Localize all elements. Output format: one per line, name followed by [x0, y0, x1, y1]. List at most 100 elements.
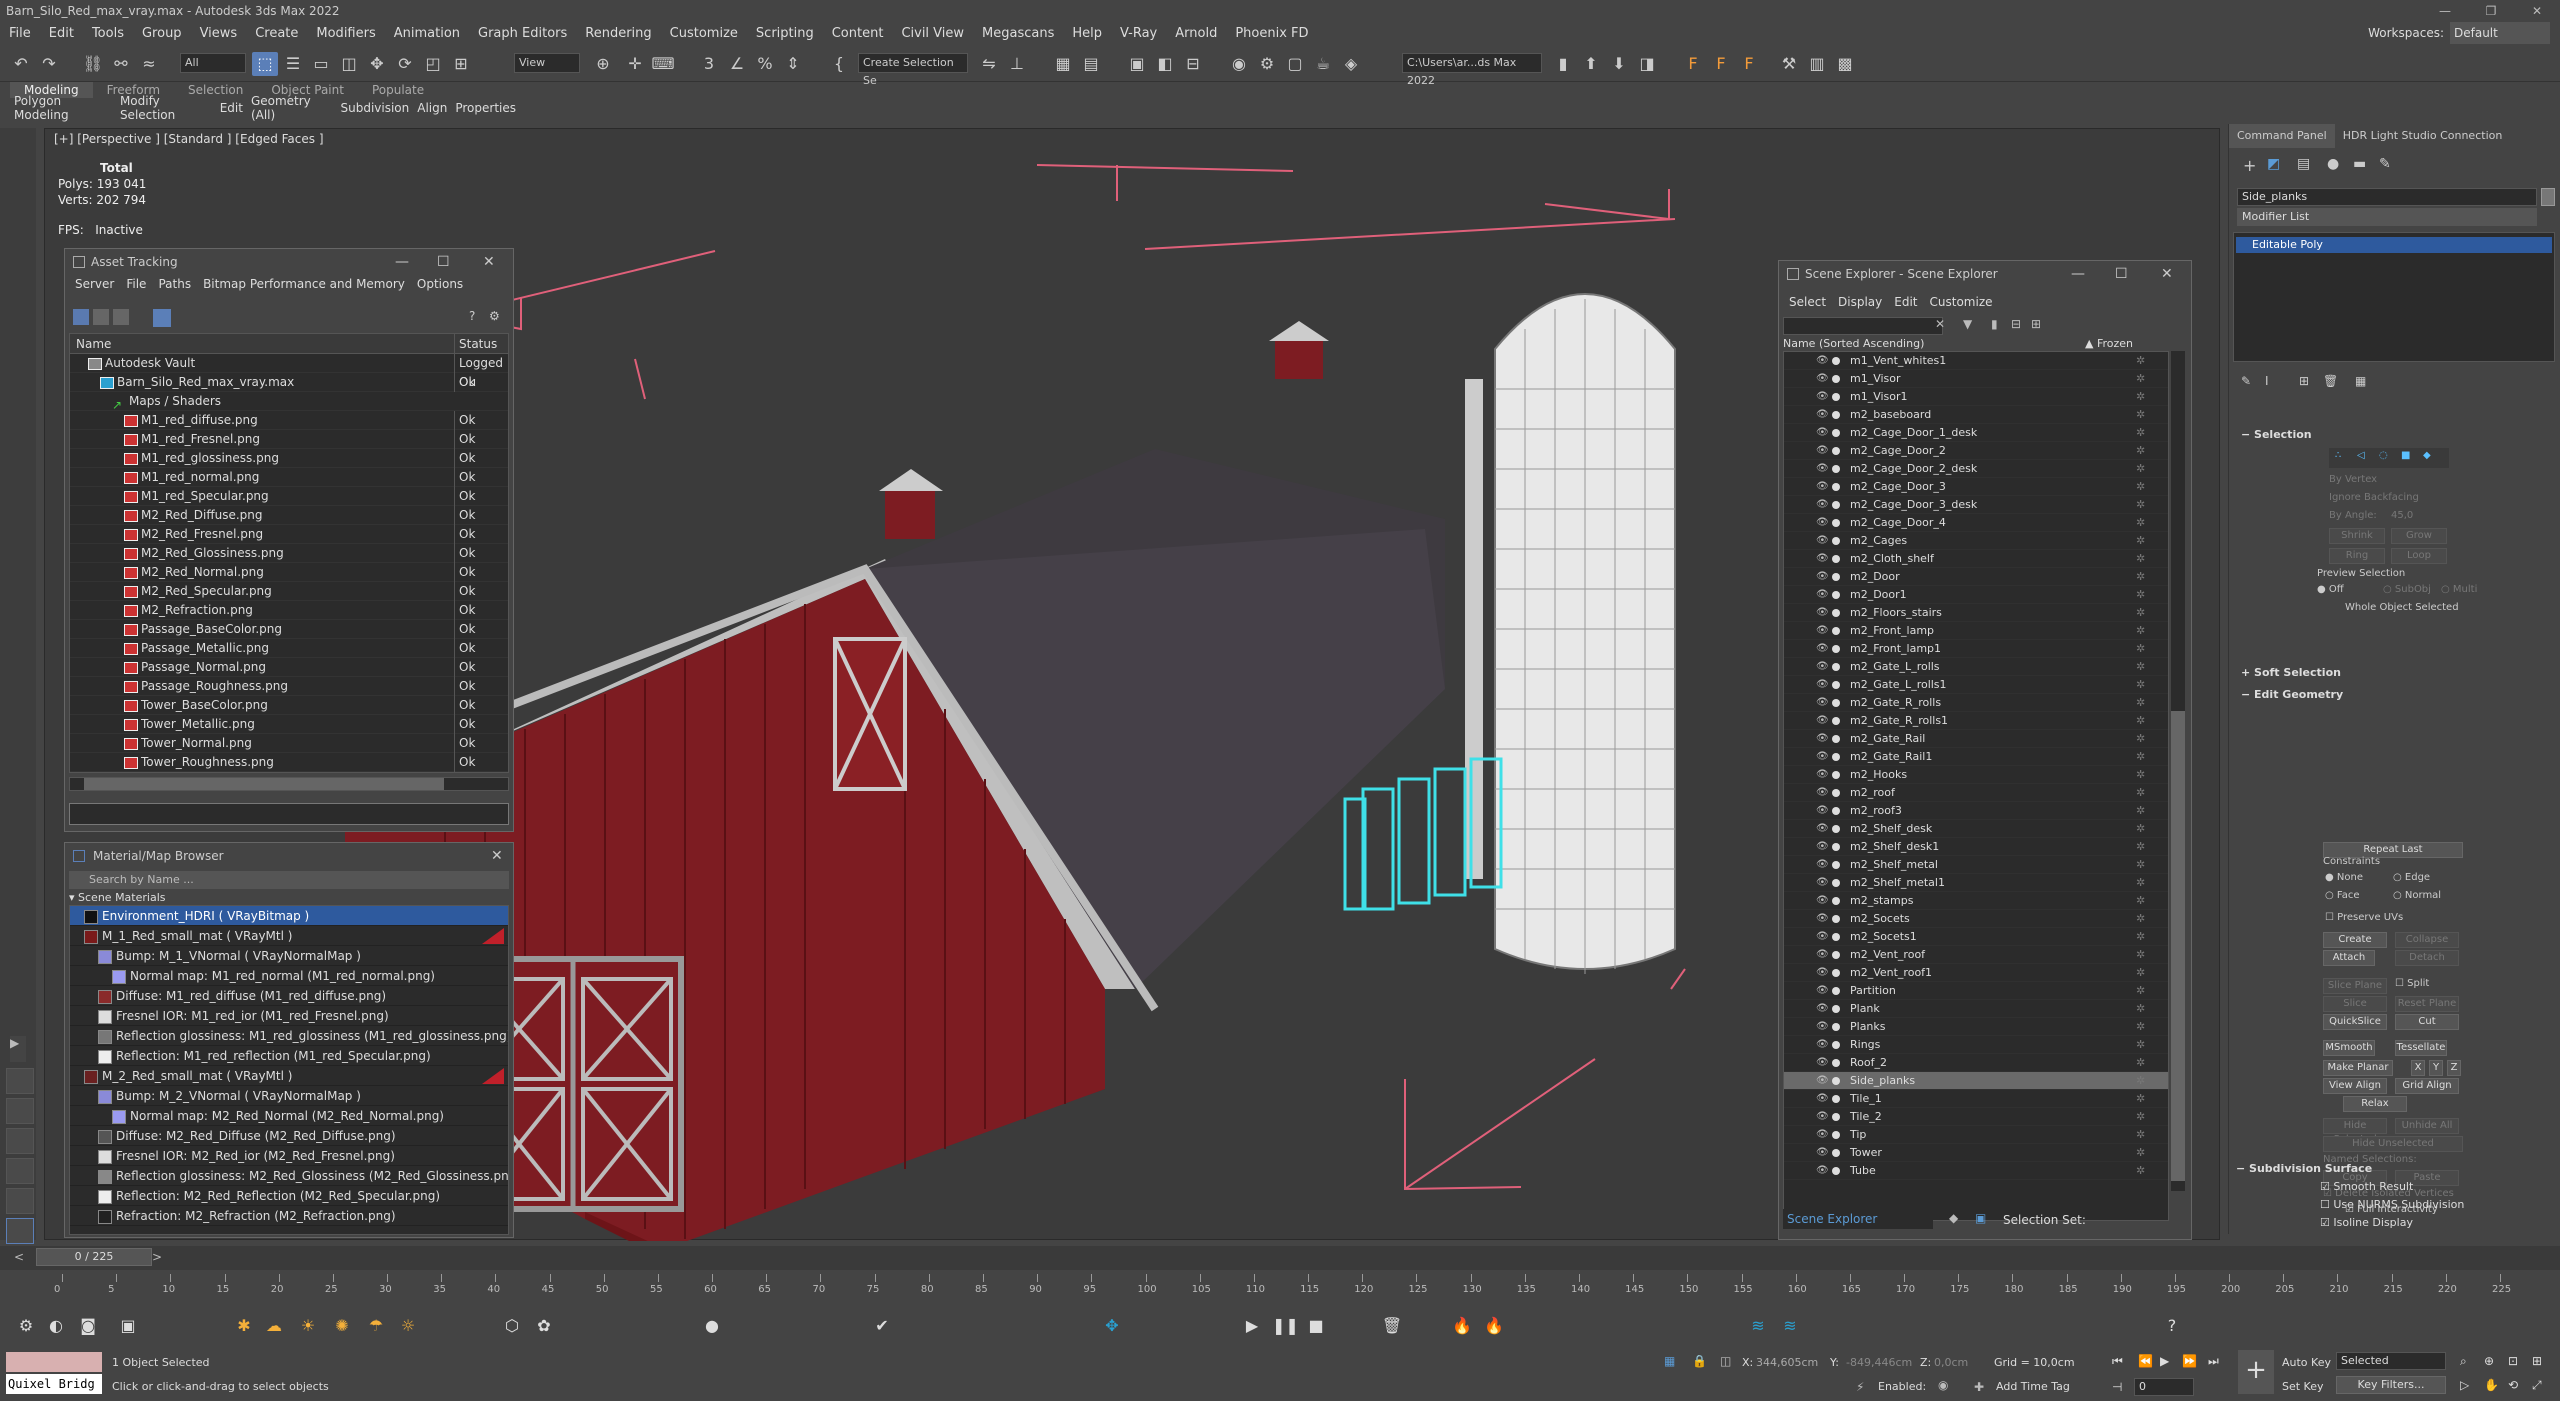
render-toggle-icon[interactable] — [1832, 393, 1840, 401]
freeze-icon[interactable]: ✲ — [2136, 1090, 2145, 1108]
mirror-icon[interactable]: ⇋ — [976, 52, 1002, 76]
scene-object-row[interactable]: 👁 m2_Gate_Rail1 ✲ — [1784, 748, 2168, 766]
visibility-eye-icon[interactable]: 👁 — [1816, 406, 1829, 424]
bind-spacewarp-icon[interactable]: ≈ — [136, 52, 162, 76]
ribbon-panel-modify-selection[interactable]: Modify Selection — [116, 94, 216, 122]
slice-plane-button[interactable]: Slice Plane — [2323, 978, 2387, 994]
visibility-eye-icon[interactable]: 👁 — [1816, 676, 1829, 694]
scene-object-row[interactable]: 👁 m1_Vent_whites1 ✲ — [1784, 352, 2168, 370]
camera-icon[interactable]: ◙ — [76, 1314, 100, 1338]
keyboard-shortcut-icon[interactable]: ⌨ — [650, 52, 676, 76]
col-name[interactable]: Name — [76, 334, 111, 354]
visibility-eye-icon[interactable]: 👁 — [1816, 532, 1829, 550]
visibility-eye-icon[interactable]: 👁 — [1816, 1018, 1829, 1036]
asset-row[interactable]: Passage_BaseColor.png Ok — [70, 620, 508, 639]
scene-object-row[interactable]: 👁 m2_Cages ✲ — [1784, 532, 2168, 550]
visibility-eye-icon[interactable]: 👁 — [1816, 748, 1829, 766]
subdivision-header[interactable]: − Subdivision Surface — [2236, 1160, 2556, 1178]
render-toggle-icon[interactable] — [1832, 879, 1840, 887]
constraint-face-radio[interactable]: ○ Face — [2325, 890, 2360, 901]
selection-filter-dropdown[interactable]: All — [180, 53, 246, 73]
use-nurms-checkbox[interactable]: ☐ Use NURMS Subdivision — [2236, 1196, 2556, 1214]
object-name-field[interactable]: Side_planks — [2237, 188, 2537, 206]
render-toggle-icon[interactable] — [1832, 465, 1840, 473]
freeze-icon[interactable]: ✲ — [2136, 874, 2145, 892]
visibility-eye-icon[interactable]: 👁 — [1816, 964, 1829, 982]
visibility-eye-icon[interactable]: 👁 — [1816, 460, 1829, 478]
scene-menu-edit[interactable]: Edit — [1888, 293, 1923, 311]
layers-toggle-icon[interactable]: ◆ — [1949, 1211, 1958, 1225]
freeze-icon[interactable]: ✲ — [2136, 820, 2145, 838]
scene-object-row[interactable]: 👁 m2_Gate_L_rolls1 ✲ — [1784, 676, 2168, 694]
menu-content[interactable]: Content — [823, 26, 893, 41]
time-slider-thumb[interactable]: 0 / 225 — [36, 1248, 152, 1266]
settings-icon[interactable]: ⚙ — [489, 309, 505, 325]
scene-object-row[interactable]: 👁 m2_stamps ✲ — [1784, 892, 2168, 910]
scene-object-row[interactable]: 👁 m2_Gate_Rail ✲ — [1784, 730, 2168, 748]
scene-object-row[interactable]: 👁 m2_Door1 ✲ — [1784, 586, 2168, 604]
render-toggle-icon[interactable] — [1832, 447, 1840, 455]
show-end-result-icon[interactable]: Ⅰ — [2265, 374, 2269, 388]
render-toggle-icon[interactable] — [1832, 915, 1840, 923]
freeze-icon[interactable]: ✲ — [2136, 892, 2145, 910]
expand-arrow-icon[interactable]: ▶ — [10, 1036, 26, 1062]
render-toggle-icon[interactable] — [1832, 411, 1840, 419]
material-row[interactable]: Bump: M_1_VNormal ( VRayNormalMap ) — [70, 946, 508, 966]
scene-object-row[interactable]: 👁 m2_roof3 ✲ — [1784, 802, 2168, 820]
layer-icon[interactable]: ▣ — [116, 1314, 140, 1338]
preview-multi-radio[interactable]: ○ Multi — [2441, 584, 2477, 595]
render-toggle-icon[interactable] — [1832, 735, 1840, 743]
scene-object-row[interactable]: 👁 m2_Front_lamp1 ✲ — [1784, 640, 2168, 658]
menu-views[interactable]: Views — [191, 26, 247, 41]
visibility-eye-icon[interactable]: 👁 — [1816, 1108, 1829, 1126]
render-toggle-icon[interactable] — [1832, 555, 1840, 563]
render-toggle-icon[interactable] — [1832, 1095, 1840, 1103]
create-button[interactable]: Create — [2323, 932, 2387, 948]
asset-row[interactable]: Passage_Roughness.png Ok — [70, 677, 508, 696]
scene-object-row[interactable]: 👁 Tile_2 ✲ — [1784, 1108, 2168, 1126]
select-object-icon[interactable]: ⬚ — [252, 52, 278, 76]
freeze-icon[interactable]: ✲ — [2136, 1000, 2145, 1018]
visibility-eye-icon[interactable]: 👁 — [1816, 838, 1829, 856]
render-toggle-icon[interactable] — [1832, 1041, 1840, 1049]
attach-button[interactable]: Attach — [2323, 950, 2375, 966]
ribbon-panel-properties[interactable]: Properties — [451, 101, 520, 115]
freeze-icon[interactable]: ✲ — [2136, 550, 2145, 568]
display-tab-icon[interactable]: ▬ — [2353, 156, 2366, 172]
freeze-icon[interactable]: ✲ — [2136, 730, 2145, 748]
tessellate-button[interactable]: Tessellate — [2395, 1040, 2447, 1056]
hide-selected-button[interactable]: Hide Selected — [2323, 1118, 2387, 1145]
lock-icon[interactable]: ▮ — [1991, 317, 1998, 331]
msmooth-button[interactable]: MSmooth — [2323, 1040, 2375, 1056]
minimize-icon[interactable]: — — [395, 249, 409, 275]
object-color-swatch[interactable] — [2541, 188, 2555, 206]
freeze-icon[interactable]: ✲ — [2136, 460, 2145, 478]
set-key-button[interactable]: Set Key — [2282, 1380, 2324, 1393]
viewport-layout-3-icon[interactable] — [6, 1128, 34, 1154]
freeze-icon[interactable]: ✲ — [2136, 1054, 2145, 1072]
slice-button[interactable]: Slice — [2323, 996, 2387, 1012]
visibility-eye-icon[interactable]: 👁 — [1816, 370, 1829, 388]
freeze-icon[interactable]: ✲ — [2136, 964, 2145, 982]
freeze-icon[interactable]: ✲ — [2136, 568, 2145, 586]
remove-modifier-icon[interactable]: 🗑 — [2323, 374, 2338, 388]
help-icon[interactable]: ? — [2160, 1314, 2184, 1338]
visibility-eye-icon[interactable]: 👁 — [1816, 604, 1829, 622]
phoenix-liquid-2-icon[interactable]: ≋ — [1778, 1314, 1802, 1338]
select-move-icon[interactable]: ✥ — [364, 52, 390, 76]
rect-selection-icon[interactable]: ▭ — [308, 52, 334, 76]
maximize-icon[interactable]: ☐ — [2115, 261, 2128, 287]
visibility-eye-icon[interactable]: 👁 — [1816, 442, 1829, 460]
time-slider-bar[interactable]: < 0 / 225 > — [0, 1246, 2560, 1270]
window-crossing-icon[interactable]: ◫ — [336, 52, 362, 76]
vray-proxy-icon[interactable]: ⬡ — [500, 1314, 524, 1338]
visibility-eye-icon[interactable]: 👁 — [1816, 892, 1829, 910]
utilities-tab-icon[interactable]: ✎ — [2379, 156, 2391, 172]
layer-icon[interactable]: ⊞ — [2031, 317, 2041, 331]
clear-search-icon[interactable]: ✕ — [1935, 317, 1945, 331]
asset-row[interactable]: ↗ Maps / Shaders — [70, 392, 508, 412]
menu-megascans[interactable]: Megascans — [973, 26, 1063, 41]
freeze-icon[interactable]: ✲ — [2136, 910, 2145, 928]
minimize-icon[interactable]: — — [2071, 261, 2085, 287]
scene-object-row[interactable]: 👁 m2_Cage_Door_2_desk ✲ — [1784, 460, 2168, 478]
